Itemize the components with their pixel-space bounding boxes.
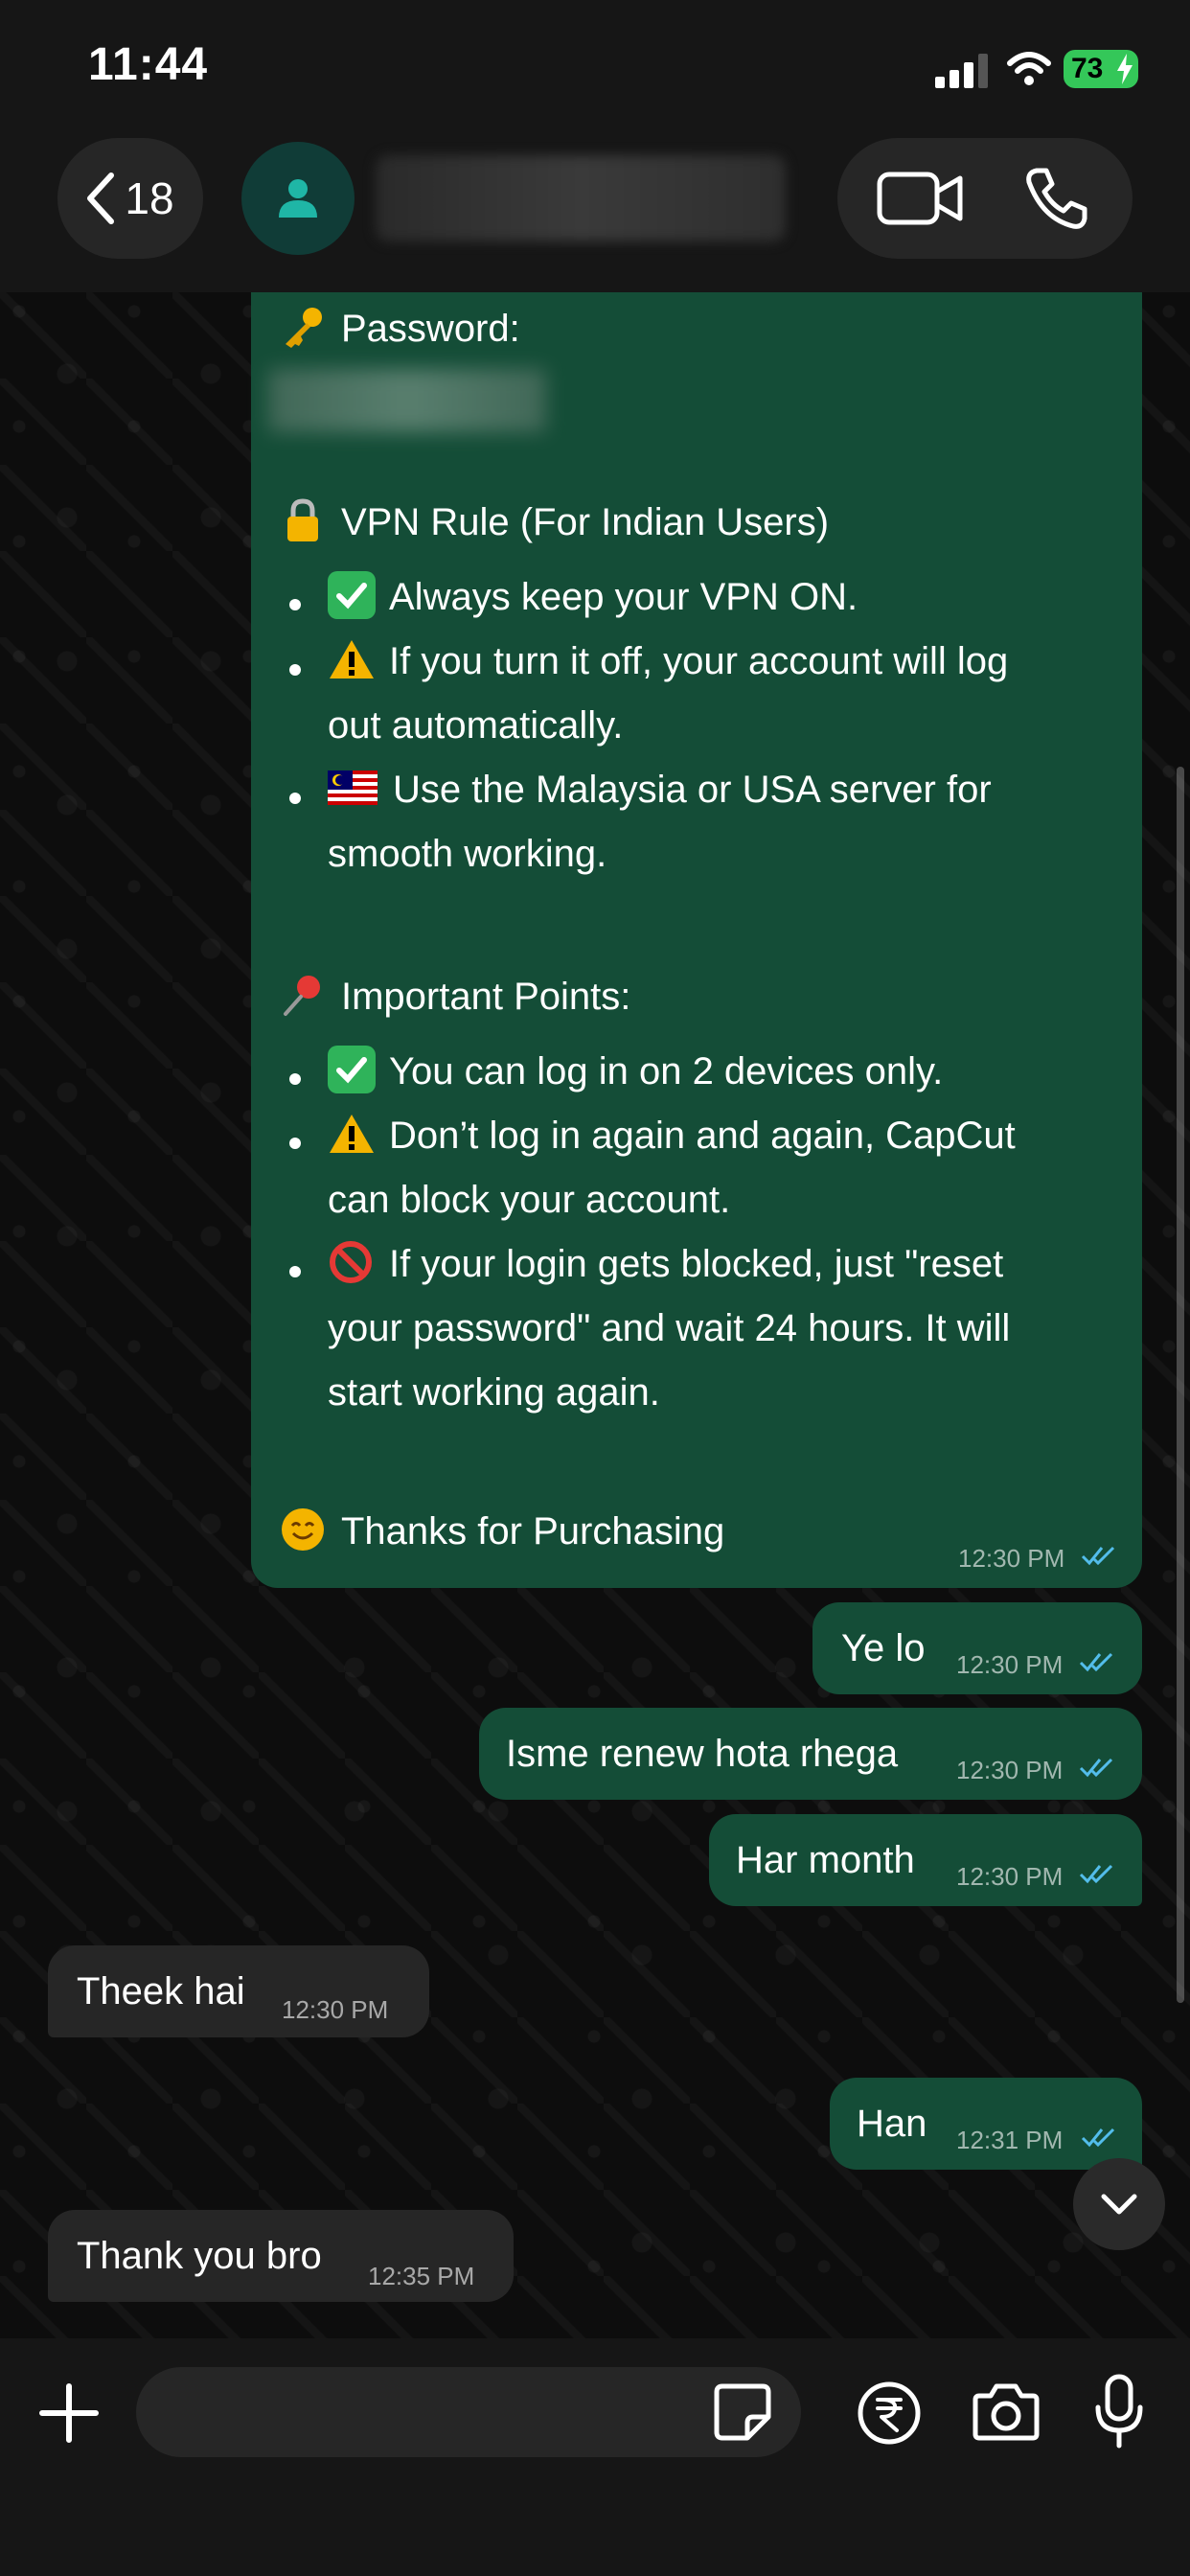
video-call-icon[interactable] [876, 169, 964, 228]
thanks-line: Thanks for Purchasing [280, 1508, 724, 1556]
scroll-to-bottom-button[interactable] [1073, 2158, 1165, 2250]
message-text: Ye lo [841, 1627, 926, 1669]
message-text: Theek hai [77, 1970, 245, 2012]
read-receipt-icon [1081, 2128, 1115, 2148]
important-title-text: Important Points: [341, 976, 631, 1018]
message-time: 12:30 PM [958, 1544, 1065, 1573]
wifi-icon [1007, 52, 1051, 85]
message-time: 12:30 PM [282, 1995, 389, 2024]
message-time: 12:31 PM [956, 2126, 1064, 2154]
check-mark-icon [328, 1046, 376, 1094]
scrollbar[interactable] [1177, 767, 1184, 2003]
status-bar: 11:44 73 [0, 0, 1190, 134]
bullet [289, 1073, 301, 1085]
vpn-point-3: Use the Malaysia or USA server for [328, 767, 992, 813]
important-point-3-text: If your login gets blocked, just "reset [389, 1243, 1004, 1285]
rupee-payment-icon[interactable] [857, 2380, 922, 2446]
key-icon [286, 308, 322, 349]
message-text: Har month [736, 1839, 915, 1881]
password-label: Password: [341, 308, 520, 350]
bullet [289, 664, 301, 676]
chevron-down-icon [1101, 2194, 1137, 2215]
camera-icon[interactable] [972, 2380, 1041, 2442]
back-button[interactable]: 18 [57, 138, 203, 259]
warning-icon [330, 640, 374, 679]
read-receipt-icon [1079, 1864, 1113, 1884]
important-point-2-text-cont: can block your account. [328, 1179, 731, 1221]
message-bubble-outgoing[interactable]: Har month 12:30 PM [709, 1814, 1142, 1906]
password-redacted [268, 369, 546, 432]
important-point-3-text-cont: your password" and wait 24 hours. It wil… [328, 1307, 1011, 1349]
vpn-point-1: Always keep your VPN ON. [328, 571, 858, 623]
read-receipt-icon [1081, 1546, 1115, 1566]
message-bubble-outgoing[interactable]: Isme renew hota rhega 12:30 PM [479, 1708, 1142, 1800]
password-line: Password: [280, 306, 520, 354]
vpn-point-2: If you turn it off, your account will lo… [328, 638, 1008, 684]
important-point-3-text-cont2: start working again. [328, 1371, 660, 1414]
message-text: Han [857, 2103, 927, 2145]
contact-name-redacted[interactable] [376, 155, 786, 242]
message-time: 12:30 PM [956, 1650, 1064, 1679]
prohibited-icon [330, 1241, 372, 1284]
message-bubble-incoming[interactable]: Thank you bro 12:35 PM [48, 2210, 514, 2302]
important-point-1: You can log in on 2 devices only. [328, 1046, 944, 1097]
unread-count: 18 [125, 173, 174, 223]
sticker-icon[interactable] [713, 2382, 772, 2442]
message-time: 12:30 PM [956, 1756, 1064, 1784]
charging-icon [1117, 54, 1133, 84]
read-receipt-icon [1079, 1652, 1113, 1672]
vpn-point-1-text: Always keep your VPN ON. [389, 576, 858, 618]
warning-icon [330, 1115, 374, 1154]
battery-level: 73 [1071, 53, 1104, 84]
important-point-2-text: Don’t log in again and again, CapCut [389, 1115, 1016, 1157]
important-point-1-text: You can log in on 2 devices only. [389, 1050, 944, 1092]
composer-bar [0, 2338, 1190, 2576]
voice-call-icon[interactable] [1023, 165, 1090, 232]
message-bubble-outgoing[interactable]: Han 12:31 PM [830, 2078, 1142, 2170]
important-point-3: If your login gets blocked, just "reset [328, 1241, 1003, 1289]
important-point-2: Don’t log in again and again, CapCut [328, 1113, 1016, 1159]
vpn-title-text: VPN Rule (For Indian Users) [341, 501, 830, 543]
read-receipt-icon [1079, 1758, 1113, 1778]
bullet [289, 599, 301, 610]
message-bubble-incoming[interactable]: Theek hai 12:30 PM [48, 1945, 429, 2037]
cellular-signal-icon [935, 54, 988, 88]
lock-icon [287, 498, 318, 542]
chevron-left-icon [87, 172, 115, 224]
contact-avatar[interactable] [241, 142, 355, 255]
message-text: Isme renew hota rhega [506, 1733, 899, 1775]
plus-icon[interactable] [36, 2380, 102, 2446]
vpn-point-3-text-cont: smooth working. [328, 833, 607, 875]
message-bubble-outgoing[interactable]: Ye lo 12:30 PM [812, 1602, 1142, 1694]
message-input[interactable] [136, 2367, 801, 2457]
vpn-rule-title: VPN Rule (For Indian Users) [280, 498, 830, 547]
bullet [289, 793, 301, 804]
vpn-point-2-text: If you turn it off, your account will lo… [389, 640, 1009, 682]
pushpin-icon [284, 976, 320, 1017]
smiling-face-icon [282, 1508, 324, 1552]
vpn-point-3-text: Use the Malaysia or USA server for [393, 769, 992, 811]
vpn-point-2-text-cont: out automatically. [328, 704, 624, 747]
chat-header: 18 [0, 134, 1190, 292]
bullet [289, 1138, 301, 1149]
person-icon [279, 179, 317, 218]
call-buttons-group [837, 138, 1133, 259]
microphone-icon[interactable] [1092, 2373, 1146, 2450]
message-text: Thank you bro [77, 2235, 322, 2277]
message-bubble-outgoing-long[interactable]: Password: VPN Rule (For Indian Users) Al… [251, 292, 1142, 1588]
malaysia-flag-icon [328, 770, 378, 806]
status-time: 11:44 [88, 39, 209, 90]
check-mark-icon [328, 571, 376, 620]
battery-indicator: 73 [1064, 50, 1138, 88]
message-time: 12:30 PM [956, 1862, 1064, 1891]
message-time: 12:35 PM [368, 2262, 475, 2290]
bullet [289, 1266, 301, 1277]
important-points-title: Important Points: [280, 974, 630, 1022]
thanks-text: Thanks for Purchasing [341, 1510, 725, 1552]
